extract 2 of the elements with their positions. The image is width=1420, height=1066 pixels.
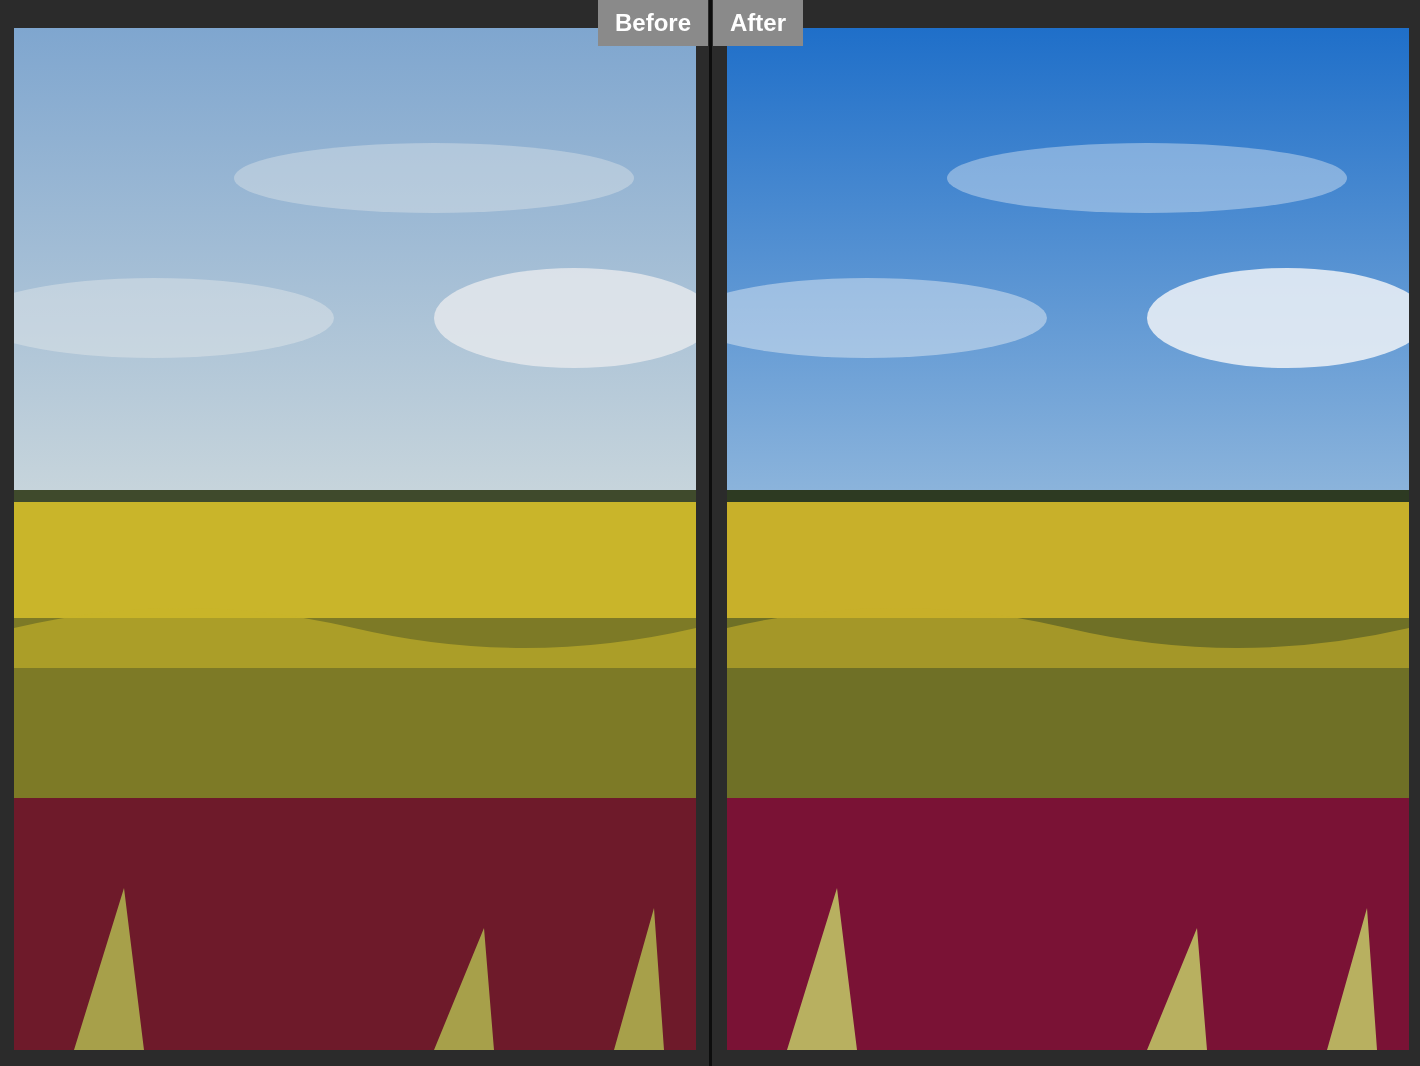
comparison-label: After xyxy=(713,0,803,46)
comparison-label: Before xyxy=(597,0,708,46)
